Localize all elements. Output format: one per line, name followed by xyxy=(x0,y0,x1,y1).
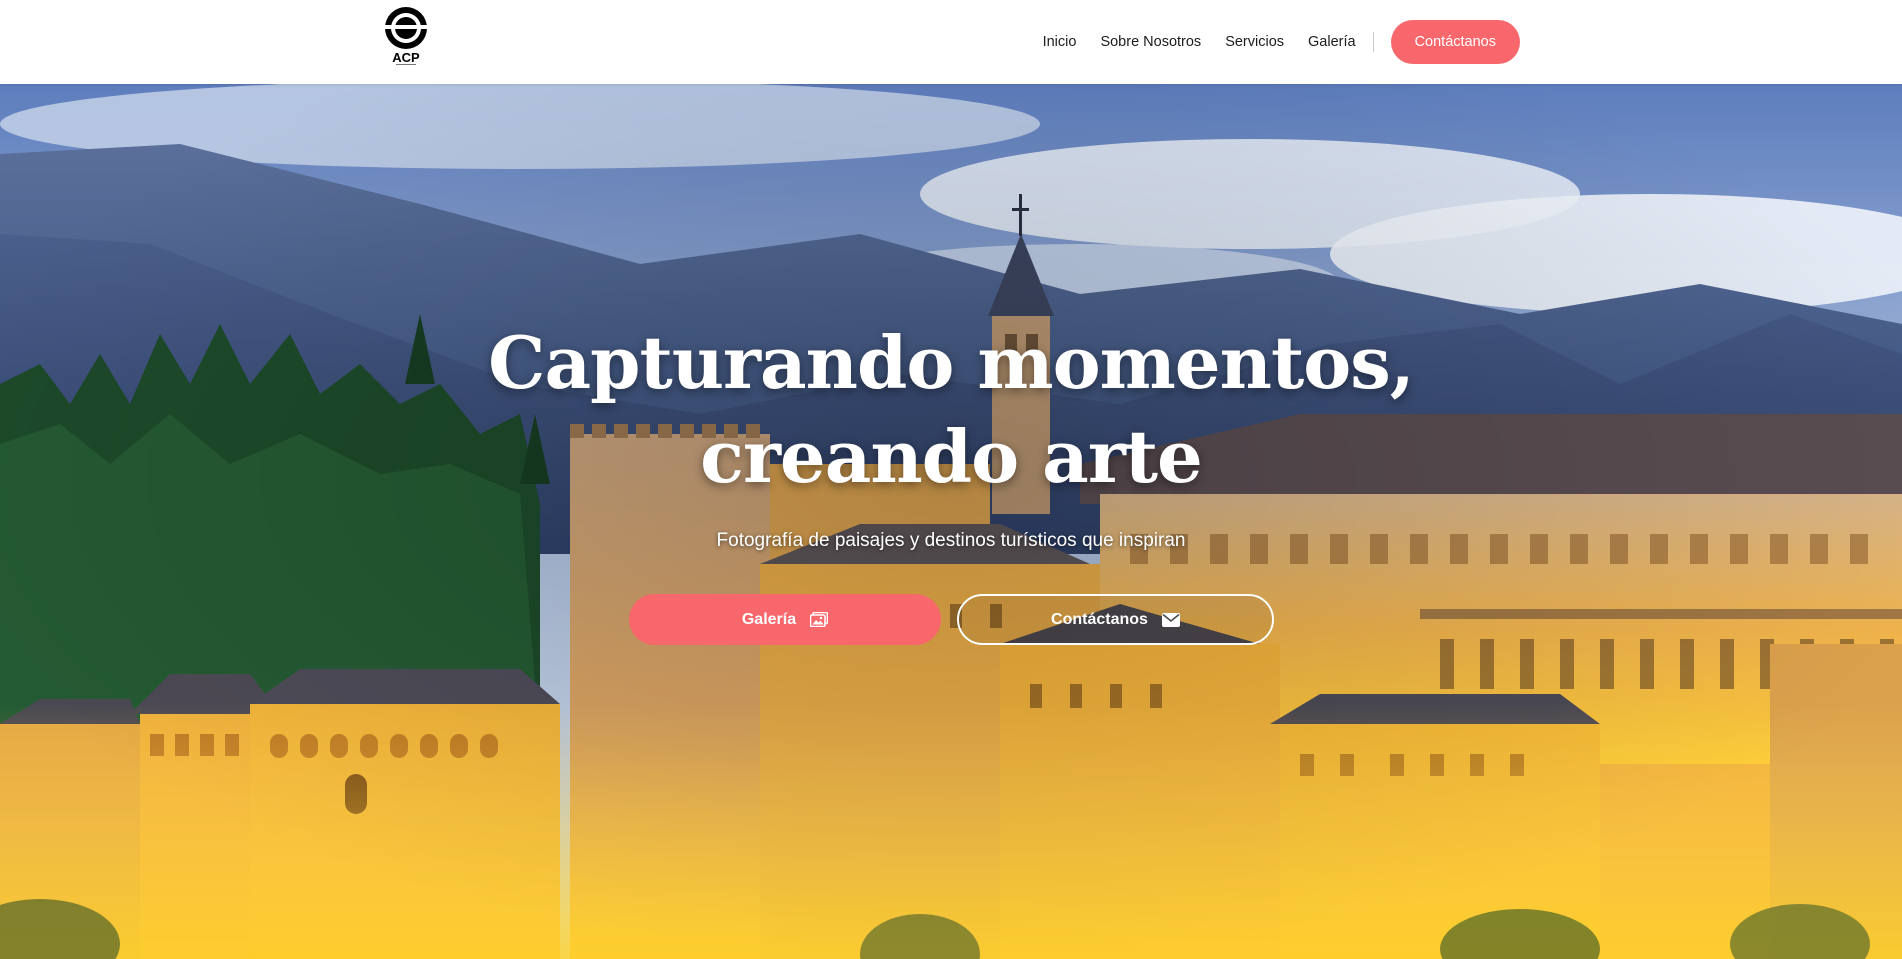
camera-lens-logo-icon: ACP xyxy=(384,7,428,65)
brand-logo[interactable]: ACP xyxy=(382,6,430,66)
svg-text:ACP: ACP xyxy=(392,50,420,65)
envelope-icon xyxy=(1161,612,1180,627)
hero-title-line-2: creando arte xyxy=(700,414,1203,499)
nav-contact-button[interactable]: Contáctanos xyxy=(1390,20,1520,64)
hero-section: Capturando momentos, creando arte Fotogr… xyxy=(0,84,1902,959)
main-navigation: Inicio Sobre Nosotros Servicios Galería … xyxy=(1043,20,1520,64)
image-icon xyxy=(810,612,829,627)
hero-subtitle: Fotografía de paisajes y destinos turíst… xyxy=(716,530,1186,551)
hero-title-line-1: Capturando momentos, xyxy=(488,320,1415,405)
nav-divider xyxy=(1372,32,1374,52)
nav-link-galeria[interactable]: Galería xyxy=(1308,34,1356,50)
nav-link-inicio[interactable]: Inicio xyxy=(1043,34,1077,50)
hero-title: Capturando momentos, creando arte xyxy=(0,316,1902,504)
gallery-button-label: Galería xyxy=(741,610,797,628)
gallery-button[interactable]: Galería xyxy=(629,594,941,645)
nav-link-sobre-nosotros[interactable]: Sobre Nosotros xyxy=(1100,34,1201,50)
contact-button[interactable]: Contáctanos xyxy=(957,594,1274,645)
site-header: ACP Inicio Sobre Nosotros Servicios Gale… xyxy=(0,0,1902,84)
nav-link-servicios[interactable]: Servicios xyxy=(1225,34,1284,50)
hero-background-image xyxy=(0,84,1902,959)
contact-button-label: Contáctanos xyxy=(1051,610,1148,628)
